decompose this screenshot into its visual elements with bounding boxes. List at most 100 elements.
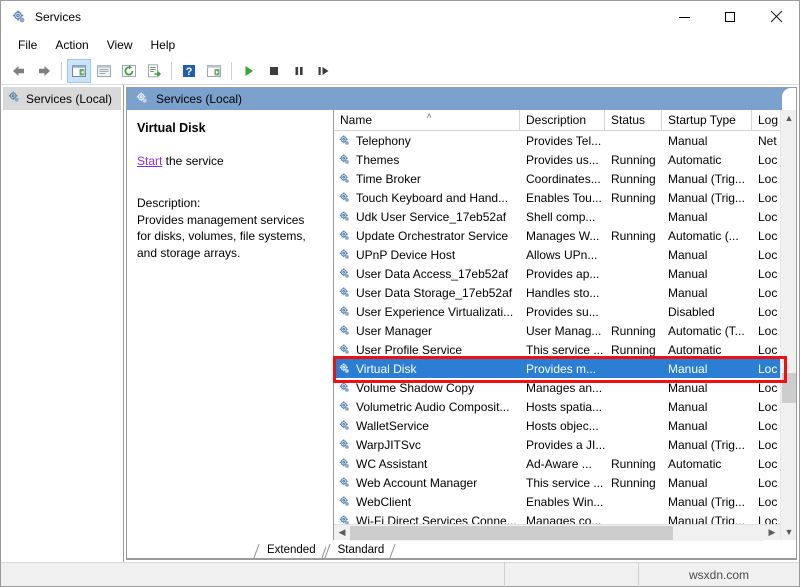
- vscroll-thumb[interactable]: [782, 373, 796, 403]
- table-row[interactable]: WarpJITSvcProvides a JI...Manual (Trig..…: [334, 435, 780, 454]
- table-row[interactable]: Wi-Fi Direct Services Conne...Manages co…: [334, 511, 780, 524]
- restart-service-icon[interactable]: [312, 59, 336, 83]
- cell-description: Hosts spatia...: [520, 400, 605, 414]
- refresh-icon[interactable]: [117, 59, 141, 83]
- close-icon: [770, 11, 782, 23]
- column-header-description[interactable]: Description: [520, 110, 605, 130]
- table-row[interactable]: User Data Access_17eb52afProvides ap...M…: [334, 264, 780, 283]
- cell-status: Running: [605, 343, 662, 357]
- window-controls: [661, 1, 799, 33]
- help-icon[interactable]: ?: [177, 59, 201, 83]
- table-row[interactable]: User Data Storage_17eb52afHandles sto...…: [334, 283, 780, 302]
- cell-startup-type: Manual (Trig...: [662, 172, 752, 186]
- cell-name-label: Volumetric Audio Composit...: [356, 400, 509, 414]
- cell-name-label: User Manager: [356, 324, 432, 338]
- scroll-left-arrow-icon[interactable]: ◀: [334, 525, 350, 541]
- menu-item-file[interactable]: File: [9, 35, 46, 55]
- table-row[interactable]: Update Orchestrator ServiceManages W...R…: [334, 226, 780, 245]
- cell-log-on-as: Loc: [752, 286, 780, 300]
- menu-item-view[interactable]: View: [98, 35, 142, 55]
- table-row[interactable]: WalletServiceHosts objec...ManualLoc: [334, 416, 780, 435]
- service-gear-icon: [338, 229, 351, 242]
- table-row[interactable]: Volumetric Audio Composit... Hosts spatia…: [334, 397, 780, 416]
- forward-icon[interactable]: [32, 59, 56, 83]
- service-gear-icon: [338, 457, 351, 470]
- stop-service-icon[interactable]: [262, 59, 286, 83]
- hscroll-track[interactable]: [350, 525, 764, 541]
- show-hide-console-tree-icon[interactable]: [67, 59, 91, 83]
- column-header-status[interactable]: Status: [605, 110, 662, 130]
- tab-extended[interactable]: Extended: [255, 543, 326, 558]
- minimize-button[interactable]: [661, 1, 707, 33]
- menu-item-help[interactable]: Help: [142, 35, 185, 55]
- cell-name: Time Broker: [334, 172, 520, 186]
- table-row[interactable]: Time BrokerCoordinates...RunningManual (…: [334, 169, 780, 188]
- tab-standard[interactable]: Standard: [326, 543, 395, 558]
- cell-name-label: Themes: [356, 153, 399, 167]
- show-hide-action-pane-icon[interactable]: [202, 59, 226, 83]
- table-row[interactable]: User Profile ServiceThis service ...Runn…: [334, 340, 780, 359]
- table-row[interactable]: Virtual DiskProvides m...ManualLoc: [334, 359, 780, 378]
- services-gear-icon: [11, 9, 27, 25]
- cell-log-on-as: Loc: [752, 305, 780, 319]
- cell-name-label: Volume Shadow Copy: [356, 381, 474, 395]
- results-pane: Services (Local) Virtual Disk Start the …: [126, 87, 797, 560]
- cell-name: UPnP Device Host: [334, 248, 520, 262]
- table-row[interactable]: WebClientEnables Win...Manual (Trig...Lo…: [334, 492, 780, 511]
- properties-icon[interactable]: [92, 59, 116, 83]
- table-row[interactable]: Udk User Service_17eb52afShell comp...Ma…: [334, 207, 780, 226]
- cell-startup-type: Disabled: [662, 305, 752, 319]
- cell-log-on-as: Loc: [752, 495, 780, 509]
- cell-startup-type: Manual: [662, 134, 752, 148]
- start-service-link[interactable]: Start: [137, 154, 162, 168]
- sidebar-item-services-local[interactable]: Services (Local): [3, 87, 121, 110]
- scroll-down-arrow-icon[interactable]: ▼: [781, 524, 797, 540]
- cell-description: Ad-Aware ...: [520, 457, 605, 471]
- scroll-right-arrow-icon[interactable]: ▶: [764, 525, 780, 541]
- cell-log-on-as: Loc: [752, 153, 780, 167]
- cell-name: WalletService: [334, 419, 520, 433]
- close-button[interactable]: [753, 1, 799, 33]
- service-gear-icon: [338, 362, 351, 375]
- horizontal-scrollbar[interactable]: ◀ ▶: [334, 524, 780, 540]
- table-row[interactable]: TelephonyProvides Tel...ManualNet: [334, 131, 780, 150]
- table-row[interactable]: UPnP Device HostAllows UPn...ManualLoc: [334, 245, 780, 264]
- cell-description: This service ...: [520, 343, 605, 357]
- service-gear-icon: [338, 343, 351, 356]
- cell-status: Running: [605, 457, 662, 471]
- table-row[interactable]: Volume Shadow CopyManages an...ManualLoc: [334, 378, 780, 397]
- column-header-startup-type[interactable]: Startup Type: [662, 110, 752, 130]
- export-list-icon[interactable]: [142, 59, 166, 83]
- table-row[interactable]: Web Account ManagerThis service ...Runni…: [334, 473, 780, 492]
- service-gear-icon: [338, 305, 351, 318]
- status-bar: wsxdn.com: [1, 562, 799, 586]
- cell-status: Running: [605, 191, 662, 205]
- menu-item-action[interactable]: Action: [46, 35, 97, 55]
- list-body: TelephonyProvides Tel...ManualNetThemesP…: [334, 131, 780, 524]
- pane-header: Services (Local): [127, 88, 796, 110]
- table-row[interactable]: User Experience Virtualizati...Provides …: [334, 302, 780, 321]
- start-service-icon[interactable]: [237, 59, 261, 83]
- cell-name: Wi-Fi Direct Services Conne...: [334, 514, 520, 525]
- cell-description: User Manag...: [520, 324, 605, 338]
- cell-description: Shell comp...: [520, 210, 605, 224]
- maximize-icon: [725, 12, 735, 22]
- table-row[interactable]: Touch Keyboard and Hand...Enables Tou...…: [334, 188, 780, 207]
- cell-description: Handles sto...: [520, 286, 605, 300]
- table-row[interactable]: ThemesProvides us...RunningAutomaticLoc: [334, 150, 780, 169]
- maximize-button[interactable]: [707, 1, 753, 33]
- column-header-name[interactable]: Name ˄: [334, 110, 520, 130]
- service-gear-icon: [338, 248, 351, 261]
- cell-description: Manages co...: [520, 514, 605, 525]
- cell-startup-type: Automatic (T...: [662, 324, 752, 338]
- cell-name: WebClient: [334, 495, 520, 509]
- pause-service-icon[interactable]: [287, 59, 311, 83]
- vertical-scrollbar[interactable]: ▲ ▼: [780, 110, 796, 540]
- cell-name-label: Virtual Disk: [356, 362, 416, 376]
- table-row[interactable]: User ManagerUser Manag...RunningAutomati…: [334, 321, 780, 340]
- table-row[interactable]: WC AssistantAd-Aware ...RunningAutomatic…: [334, 454, 780, 473]
- back-icon[interactable]: [7, 59, 31, 83]
- hscroll-thumb[interactable]: [350, 526, 673, 540]
- toolbar-separator: [231, 62, 232, 80]
- vscroll-track[interactable]: [781, 126, 796, 524]
